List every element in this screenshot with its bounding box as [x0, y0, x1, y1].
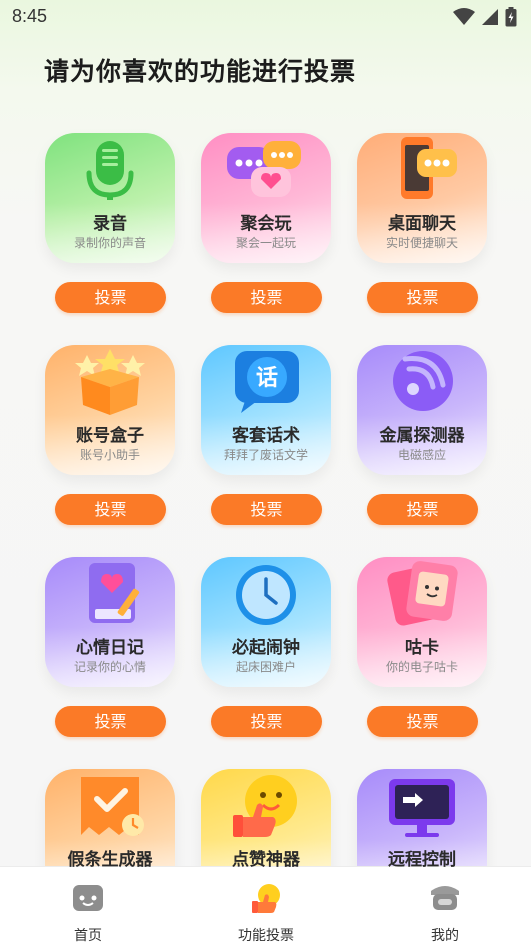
feature-title: 录音: [93, 214, 127, 234]
tab-label: 功能投票: [238, 928, 294, 944]
vote-thumb-icon: [252, 884, 280, 913]
feature-title: 桌面聊天: [388, 214, 456, 234]
tab-label: 首页: [74, 928, 102, 944]
feature-card[interactable]: 聚会玩 聚会一起玩: [201, 133, 331, 263]
signal-icon: [482, 9, 498, 25]
tab-label: 我的: [431, 928, 459, 944]
leave-note-icon: [81, 777, 144, 836]
feature-subtitle: 你的电子咕卡: [385, 660, 458, 674]
feature-title: 点赞神器: [232, 850, 300, 870]
tab-feature-vote[interactable]: 功能投票: [206, 881, 326, 945]
vote-button-alarm[interactable]: 投票: [211, 706, 322, 737]
feature-card[interactable]: 桌面聊天 实时便捷聊天: [357, 133, 487, 263]
status-time: 8:45: [12, 6, 48, 26]
vote-button-mood-diary[interactable]: 投票: [55, 706, 166, 737]
wifi-icon: [453, 8, 475, 25]
feature-title: 远程控制: [388, 850, 456, 870]
feature-title: 假条生成器: [67, 850, 153, 870]
diary-icon: [89, 563, 140, 623]
profile-icon: [431, 886, 459, 910]
tab-home[interactable]: 首页: [28, 881, 148, 945]
feature-card[interactable]: 录音 录制你的声音: [45, 133, 175, 263]
vote-button-small-talk[interactable]: 投票: [211, 494, 322, 525]
feature-title: 客套话术: [232, 426, 300, 446]
feature-card[interactable]: 话 客套话术 拜拜了废话文学: [201, 345, 331, 475]
feature-subtitle: 聚会一起玩: [235, 236, 296, 250]
feature-subtitle: 起床困难户: [235, 660, 296, 674]
feature-card[interactable]: 咕卡 你的电子咕卡: [357, 557, 487, 687]
vote-button-guka[interactable]: 投票: [367, 706, 478, 737]
detector-icon: [393, 351, 453, 411]
svg-text:话: 话: [256, 366, 278, 391]
home-icon: [73, 885, 103, 911]
feature-subtitle: 账号小助手: [79, 448, 140, 462]
battery-icon: [505, 7, 517, 27]
tab-profile[interactable]: 我的: [385, 881, 505, 945]
thumbs-up-icon: [233, 775, 297, 837]
microphone-icon: [86, 141, 134, 200]
feature-title: 必起闹钟: [232, 638, 300, 658]
feature-subtitle: 电磁感应: [397, 448, 446, 462]
vote-button-account-box[interactable]: 投票: [55, 494, 166, 525]
chat-bubbles-icon: [227, 141, 301, 197]
feature-subtitle: 录制你的声音: [73, 236, 146, 250]
feature-subtitle: 实时便捷聊天: [385, 236, 458, 250]
gift-box-icon: [75, 349, 145, 415]
feature-title: 聚会玩: [240, 214, 292, 234]
feature-subtitle: 拜拜了废话文学: [223, 448, 308, 462]
feature-card[interactable]: 账号盒子 账号小助手: [45, 345, 175, 475]
feature-title: 账号盒子: [76, 426, 144, 446]
status-icons: [453, 7, 517, 27]
vote-button-desktop-chat[interactable]: 投票: [367, 282, 478, 313]
vote-button-metal-detector[interactable]: 投票: [367, 494, 478, 525]
vote-button-party[interactable]: 投票: [211, 282, 322, 313]
bottom-tab-bar: 首页 功能投票 我的: [0, 866, 531, 950]
sticker-card-icon: [387, 561, 458, 626]
page-title: 请为你喜欢的功能进行投票: [44, 57, 357, 86]
feature-card[interactable]: 金属探测器 电磁感应: [357, 345, 487, 475]
feature-subtitle: 记录你的心情: [73, 660, 146, 674]
feature-title: 心情日记: [76, 638, 144, 658]
speech-icon: 话: [235, 351, 299, 413]
vote-button-recording[interactable]: 投票: [55, 282, 166, 313]
phone-chat-icon: [401, 137, 457, 199]
feature-card[interactable]: 心情日记 记录你的心情: [45, 557, 175, 687]
feature-title: 咕卡: [405, 638, 439, 658]
feature-title: 金属探测器: [379, 426, 465, 446]
feature-card[interactable]: 必起闹钟 起床困难户: [201, 557, 331, 687]
status-bar: 8:45: [0, 0, 531, 34]
alarm-clock-icon: [236, 565, 296, 625]
remote-monitor-icon: [389, 779, 455, 837]
